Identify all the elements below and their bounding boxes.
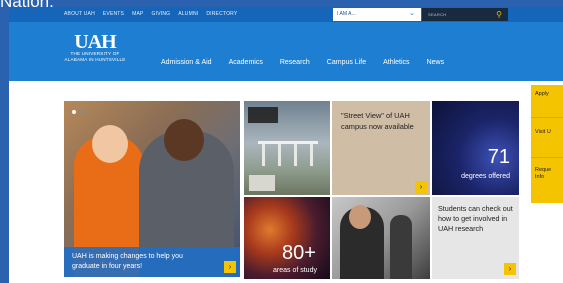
degrees-count: 71: [487, 146, 510, 168]
chevron-right-icon[interactable]: ›: [224, 261, 236, 273]
degrees-tile[interactable]: 71 degrees offered: [432, 101, 519, 195]
hero-slide[interactable]: UAH is making changes to help you gradua…: [64, 101, 240, 277]
side-divider: [531, 117, 563, 118]
degrees-label: degrees offered: [461, 173, 510, 180]
hero-photo-face-2: [164, 119, 204, 161]
search-box[interactable]: SEARCH ⚲: [422, 8, 508, 21]
slide-dot-1[interactable]: [72, 110, 76, 114]
student-research-caption: Students can check out how to get involv…: [438, 204, 513, 233]
street-view-caption: "Street View" of UAH campus now availabl…: [341, 111, 414, 131]
side-divider: [531, 157, 563, 158]
i-am-a-dropdown[interactable]: I AM A... ⌄: [333, 8, 421, 21]
hero-photo-face-1: [92, 125, 128, 163]
street-view-photo[interactable]: [244, 101, 330, 195]
street-view-tile[interactable]: "Street View" of UAH campus now availabl…: [332, 101, 430, 195]
nav-athletics[interactable]: Athletics: [383, 59, 409, 66]
search-icon[interactable]: ⚲: [496, 9, 502, 20]
site-header: ABOUT UAH EVENTS MAP GIVING ALUMNI DIREC…: [9, 7, 563, 81]
utility-links: ABOUT UAH EVENTS MAP GIVING ALUMNI DIREC…: [64, 11, 237, 17]
uah-webpage: ABOUT UAH EVENTS MAP GIVING ALUMNI DIREC…: [9, 7, 563, 283]
util-link-alumni[interactable]: ALUMNI: [178, 11, 198, 17]
utility-bar: ABOUT UAH EVENTS MAP GIVING ALUMNI DIREC…: [9, 7, 563, 22]
chevron-down-icon: ⌄: [409, 10, 415, 17]
pergola-structure: [258, 141, 318, 166]
side-visit-link[interactable]: Visit U: [535, 129, 551, 136]
logo-line-2: ALABAMA IN HUNTSVILLE: [64, 57, 126, 62]
nav-academics[interactable]: Academics: [229, 59, 263, 66]
street-view-minimap: [249, 175, 275, 191]
areas-label: areas of study: [273, 267, 317, 274]
side-request-info-link[interactable]: Reque Info: [535, 167, 559, 181]
student-head: [349, 205, 371, 229]
chevron-right-icon[interactable]: ›: [504, 263, 516, 275]
nav-admission-aid[interactable]: Admission & Aid: [161, 59, 212, 66]
chevron-right-icon[interactable]: ›: [415, 181, 427, 193]
hero-caption-text: UAH is making changes to help you gradua…: [72, 253, 183, 270]
background-figure: [390, 215, 412, 279]
areas-of-study-tile[interactable]: 80+ areas of study: [244, 197, 330, 279]
slide-dot-2[interactable]: [81, 110, 85, 114]
util-link-directory[interactable]: DIRECTORY: [206, 11, 237, 17]
util-link-about[interactable]: ABOUT UAH: [64, 11, 95, 17]
util-link-map[interactable]: MAP: [132, 11, 143, 17]
i-am-a-label: I AM A...: [337, 11, 356, 17]
nav-campus-life[interactable]: Campus Life: [327, 59, 366, 66]
hero-caption-box: UAH is making changes to help you gradua…: [64, 247, 240, 277]
side-action-panel: Apply Visit U Reque Info: [531, 85, 563, 203]
util-link-events[interactable]: EVENTS: [103, 11, 124, 17]
areas-count: 80+: [282, 242, 316, 264]
student-research-photo[interactable]: [332, 197, 430, 279]
nav-news[interactable]: News: [427, 59, 445, 66]
main-nav: Admission & Aid Academics Research Campu…: [161, 59, 461, 66]
slide-dots: [72, 110, 85, 114]
search-placeholder: SEARCH: [428, 12, 447, 17]
logo-mark: UAH: [74, 31, 116, 53]
uah-logo[interactable]: UAH THE UNIVERSITY OF ALABAMA IN HUNTSVI…: [58, 31, 132, 63]
street-view-panel: [248, 107, 278, 123]
util-link-giving[interactable]: GIVING: [152, 11, 171, 17]
nav-research[interactable]: Research: [280, 59, 310, 66]
side-apply-link[interactable]: Apply: [535, 91, 549, 98]
student-research-tile[interactable]: Students can check out how to get involv…: [432, 197, 519, 279]
